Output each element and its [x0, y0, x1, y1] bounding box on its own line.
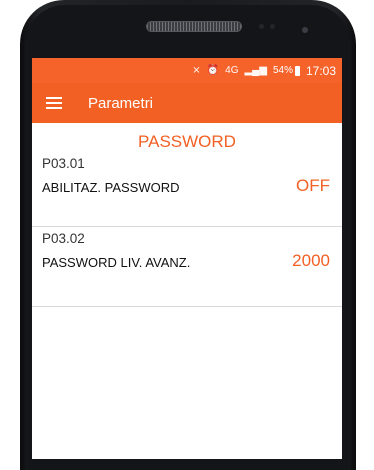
- alarm-icon: ⏰: [206, 65, 220, 76]
- param-name: PASSWORD LIV. AVANZ.: [42, 255, 191, 270]
- status-bar: ⨯ ⏰ 4G ▂▄▆ 54% 17:03: [32, 58, 342, 83]
- clock: 17:03: [305, 63, 336, 78]
- param-row-password-level[interactable]: P03.02 PASSWORD LIV. AVANZ. 2000: [32, 227, 342, 307]
- param-value[interactable]: OFF: [296, 176, 330, 196]
- menu-icon[interactable]: [46, 97, 62, 109]
- param-row-password-enable[interactable]: P03.01 ABILITAZ. PASSWORD OFF: [32, 154, 342, 227]
- proximity-sensor: [259, 24, 264, 29]
- cell-signal-icon: ▂▄▆: [244, 65, 267, 76]
- battery-percent: 54%: [272, 65, 293, 76]
- battery-icon: [294, 65, 300, 76]
- front-camera: [302, 27, 308, 33]
- param-code: P03.01: [42, 156, 85, 171]
- section-title: PASSWORD: [138, 132, 236, 151]
- earpiece-speaker: [147, 22, 241, 31]
- page-title: Parametri: [88, 94, 154, 112]
- signal-mute-icon: ⨯: [192, 65, 201, 76]
- battery-indicator: 54%: [273, 65, 300, 76]
- phone-screen: ⨯ ⏰ 4G ▂▄▆ 54% 17:03 Parametri PASSWORD …: [32, 58, 342, 459]
- param-value[interactable]: 2000: [292, 251, 330, 271]
- param-code: P03.02: [42, 231, 85, 246]
- light-sensor: [270, 24, 275, 29]
- param-name: ABILITAZ. PASSWORD: [42, 180, 180, 195]
- 4g-icon: 4G: [225, 65, 239, 76]
- app-bar: Parametri: [32, 83, 342, 123]
